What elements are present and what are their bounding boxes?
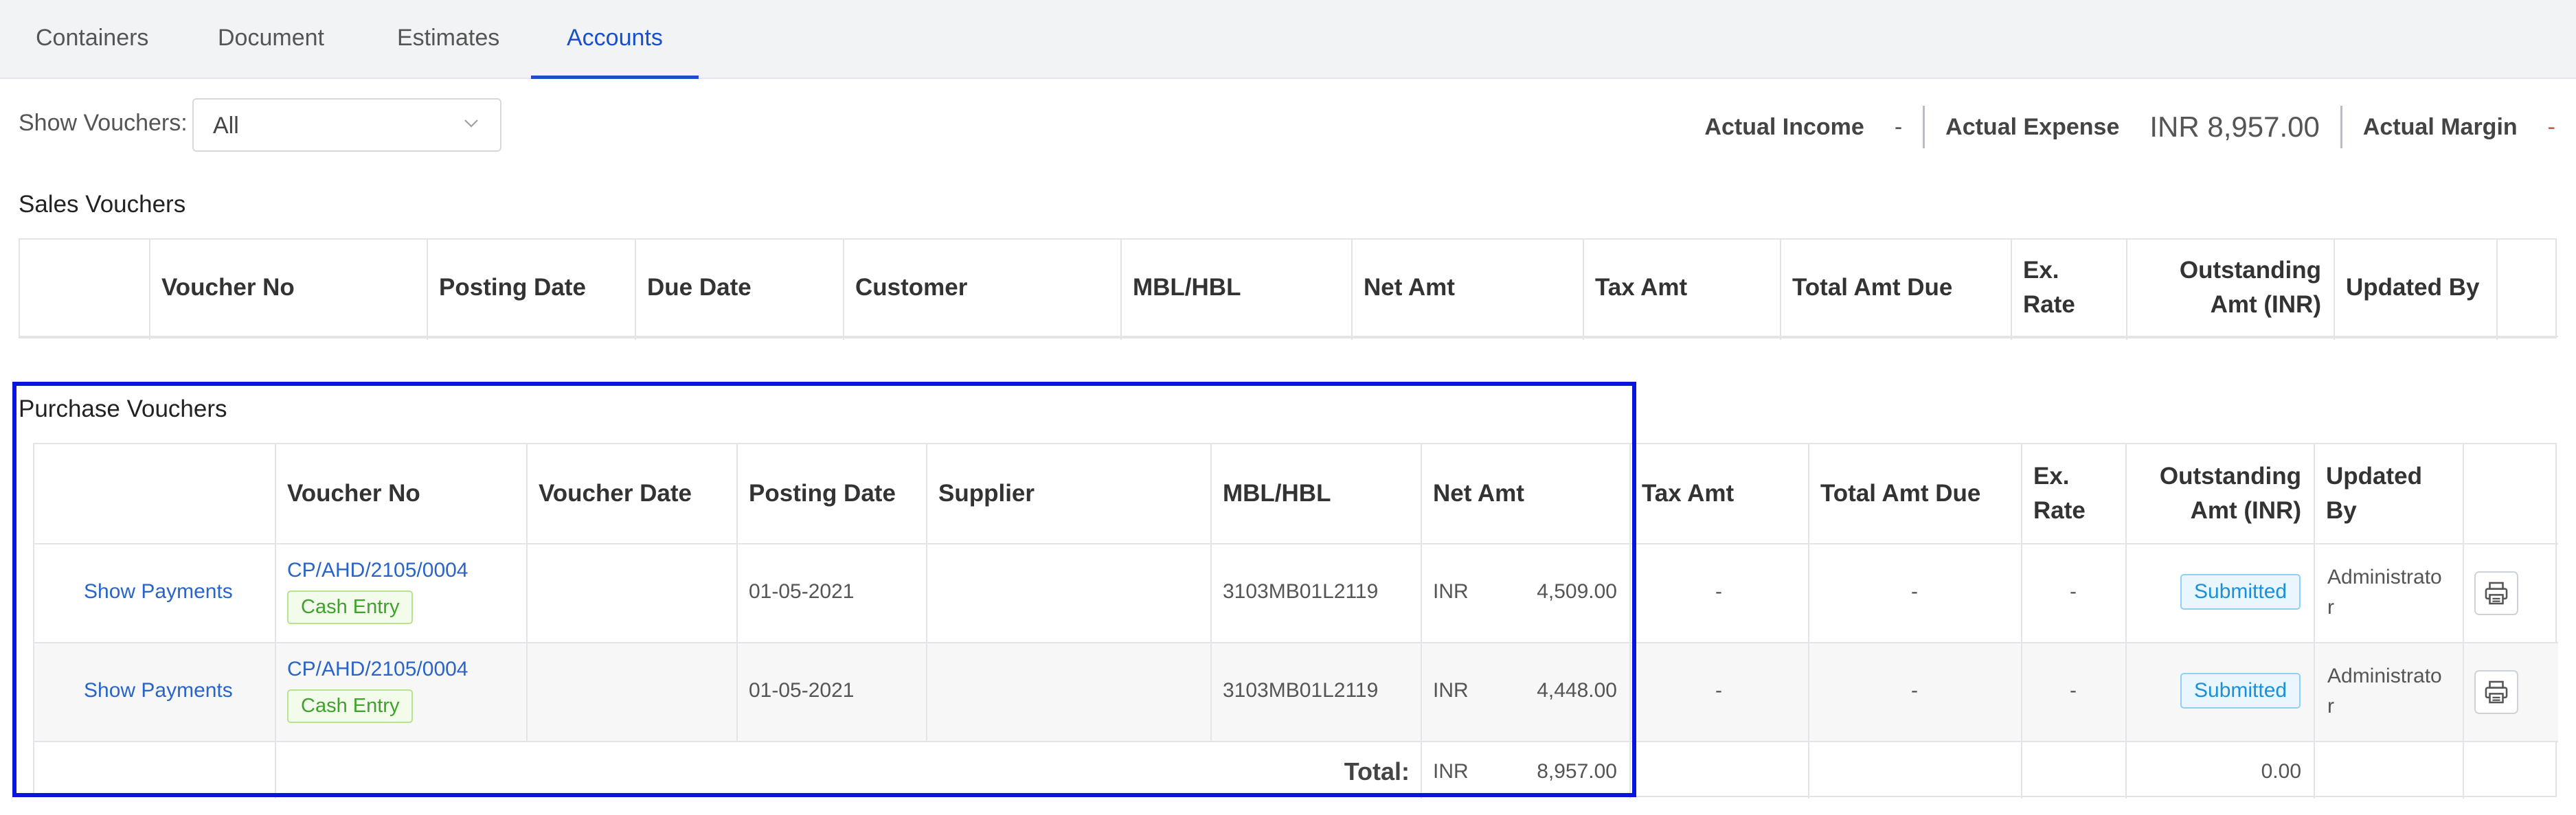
purchase-col-voucher-date: Voucher Date xyxy=(539,480,692,507)
total-amt-due: - xyxy=(1911,580,1918,603)
status-badge: Submitted xyxy=(2180,673,2301,709)
total-amt-due: - xyxy=(1911,679,1918,702)
mbl-hbl: 3103MB01L2119 xyxy=(1223,580,1379,603)
purchase-col-tax-amt: Tax Amt xyxy=(1642,480,1735,507)
status-badge: Submitted xyxy=(2180,574,2301,610)
net-amt-value: 4,448.00 xyxy=(1537,679,1617,702)
sales-col-due-date: Due Date xyxy=(647,274,752,301)
actual-expense-value: INR 8,957.00 xyxy=(2149,111,2320,143)
sales-col-posting-date: Posting Date xyxy=(439,274,586,301)
mbl-hbl: 3103MB01L2119 xyxy=(1223,679,1379,702)
purchase-col-updated-by: Updated By xyxy=(2326,463,2422,524)
sales-col-tax-amt: Tax Amt xyxy=(1595,274,1688,301)
net-amt-value: 4,509.00 xyxy=(1537,580,1617,603)
show-vouchers-value: All xyxy=(213,113,239,139)
updated-by: Administrato r xyxy=(2327,566,2442,619)
net-amt-currency: INR xyxy=(1433,679,1469,702)
tab-document[interactable]: Document xyxy=(182,0,360,79)
tab-accounts[interactable]: Accounts xyxy=(531,0,699,79)
ex-rate: - xyxy=(2070,580,2077,603)
sales-col-voucher-no: Voucher No xyxy=(161,274,295,301)
show-payments-link[interactable]: Show Payments xyxy=(84,580,233,604)
total-label: Total: xyxy=(1344,757,1410,785)
cash-entry-tag: Cash Entry xyxy=(287,590,414,624)
chevron-down-icon xyxy=(464,119,478,128)
summary-divider xyxy=(1923,106,1925,148)
cash-entry-tag: Cash Entry xyxy=(287,689,414,723)
total-outstanding: 0.00 xyxy=(2261,760,2301,783)
show-payments-link[interactable]: Show Payments xyxy=(84,679,233,702)
purchase-col-supplier: Supplier xyxy=(938,480,1035,507)
total-currency: INR xyxy=(1433,760,1469,783)
tab-bar: Containers Document Estimates Accounts xyxy=(0,0,2576,79)
print-icon xyxy=(2485,582,2508,605)
sales-col-net-amt: Net Amt xyxy=(1364,274,1455,301)
actual-margin-value: - xyxy=(2547,113,2555,140)
purchase-vouchers-title: Purchase Vouchers xyxy=(19,395,227,422)
summary-bar: Actual Income - Actual Expense INR 8,957… xyxy=(1704,106,2555,148)
purchase-col-mbl-hbl: MBL/HBL xyxy=(1223,480,1331,507)
purchase-col-total-amt-due: Total Amt Due xyxy=(1820,480,1981,507)
actual-income-label: Actual Income xyxy=(1704,113,1864,140)
show-vouchers-select[interactable]: All xyxy=(192,98,501,152)
sales-col-mbl-hbl: MBL/HBL xyxy=(1133,274,1241,301)
show-vouchers-label: Show Vouchers: xyxy=(19,110,188,136)
ex-rate: - xyxy=(2070,679,2077,702)
print-icon xyxy=(2485,680,2508,704)
tab-estimates[interactable]: Estimates xyxy=(361,0,535,79)
posting-date: 01-05-2021 xyxy=(749,679,855,702)
sales-col-ex-rate: Ex. Rate xyxy=(2023,257,2075,318)
purchase-vouchers-table: Voucher No Voucher Date Posting Date Sup… xyxy=(33,443,2558,799)
purchase-col-ex-rate: Ex. Rate xyxy=(2033,463,2086,524)
purchase-col-net-amt: Net Amt xyxy=(1433,480,1524,507)
sales-vouchers-table: Voucher No Posting Date Due Date Custome… xyxy=(19,238,2558,340)
print-button[interactable] xyxy=(2474,670,2518,714)
net-amt-currency: INR xyxy=(1433,580,1469,603)
actual-margin-label: Actual Margin xyxy=(2362,113,2518,140)
tax-amt: - xyxy=(1715,679,1722,702)
posting-date: 01-05-2021 xyxy=(749,580,855,603)
sales-col-updated-by: Updated By xyxy=(2346,274,2480,301)
updated-by: Administrato r xyxy=(2327,665,2442,718)
purchase-col-voucher-no: Voucher No xyxy=(287,480,420,507)
tab-containers[interactable]: Containers xyxy=(0,0,184,79)
voucher-no-link[interactable]: CP/AHD/2105/0004 xyxy=(287,559,468,582)
sales-col-outstanding: Outstanding Amt (INR) xyxy=(2179,257,2321,318)
purchase-col-outstanding: Outstanding Amt (INR) xyxy=(2159,463,2301,524)
print-button[interactable] xyxy=(2474,571,2518,615)
sales-vouchers-title: Sales Vouchers xyxy=(19,191,186,218)
sales-col-total-amt-due: Total Amt Due xyxy=(1792,274,1953,301)
actual-expense-label: Actual Expense xyxy=(1945,113,2120,140)
tax-amt: - xyxy=(1715,580,1722,603)
sales-col-customer: Customer xyxy=(855,274,968,301)
voucher-no-link[interactable]: CP/AHD/2105/0004 xyxy=(287,658,468,681)
purchase-col-posting-date: Posting Date xyxy=(749,480,896,507)
actual-income-value: - xyxy=(1894,113,1903,140)
summary-divider xyxy=(2340,106,2342,148)
total-net-amt: 8,957.00 xyxy=(1537,760,1617,783)
